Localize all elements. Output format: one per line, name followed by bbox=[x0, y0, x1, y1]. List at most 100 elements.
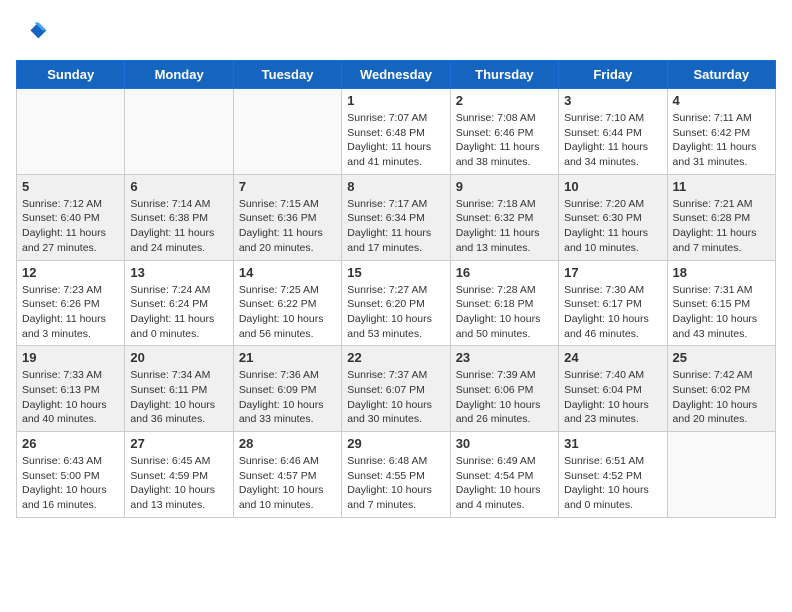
day-number: 4 bbox=[673, 93, 770, 108]
calendar-cell bbox=[667, 432, 775, 518]
day-info: Sunrise: 7:11 AM Sunset: 6:42 PM Dayligh… bbox=[673, 111, 770, 170]
day-info: Sunrise: 7:39 AM Sunset: 6:06 PM Dayligh… bbox=[456, 368, 553, 427]
day-number: 11 bbox=[673, 179, 770, 194]
calendar-cell: 9 Sunrise: 7:18 AM Sunset: 6:32 PM Daylig… bbox=[450, 174, 558, 260]
day-info: Sunrise: 6:45 AM Sunset: 4:59 PM Dayligh… bbox=[130, 454, 227, 513]
day-info: Sunrise: 7:21 AM Sunset: 6:28 PM Dayligh… bbox=[673, 197, 770, 256]
calendar-cell bbox=[125, 89, 233, 175]
calendar-cell: 29Sunrise: 6:48 AM Sunset: 4:55 PM Dayli… bbox=[342, 432, 450, 518]
day-info: Sunrise: 6:51 AM Sunset: 4:52 PM Dayligh… bbox=[564, 454, 661, 513]
calendar-cell: 1 Sunrise: 7:07 AM Sunset: 6:48 PM Daylig… bbox=[342, 89, 450, 175]
day-number: 8 bbox=[347, 179, 444, 194]
calendar-cell: 26Sunrise: 6:43 AM Sunset: 5:00 PM Dayli… bbox=[17, 432, 125, 518]
day-number: 22 bbox=[347, 350, 444, 365]
day-info: Sunrise: 7:07 AM Sunset: 6:48 PM Dayligh… bbox=[347, 111, 444, 170]
day-info: Sunrise: 7:28 AM Sunset: 6:18 PM Dayligh… bbox=[456, 283, 553, 342]
day-header-wednesday: Wednesday bbox=[342, 61, 450, 89]
logo-icon bbox=[16, 16, 48, 48]
week-row-4: 19 Sunrise: 7:33 AM Sunset: 6:13 PM Dayli… bbox=[17, 346, 776, 432]
day-number: 19 bbox=[22, 350, 119, 365]
day-info: Sunrise: 7:31 AM Sunset: 6:15 PM Dayligh… bbox=[673, 283, 770, 342]
day-number: 14 bbox=[239, 265, 336, 280]
day-header-thursday: Thursday bbox=[450, 61, 558, 89]
calendar-cell: 30 Sunrise: 6:49 AM Sunset: 4:54 PM Dayli… bbox=[450, 432, 558, 518]
day-number: 27 bbox=[130, 436, 227, 451]
day-number: 28 bbox=[239, 436, 336, 451]
calendar-cell: 2 Sunrise: 7:08 AM Sunset: 6:46 PM Daylig… bbox=[450, 89, 558, 175]
day-number: 2 bbox=[456, 93, 553, 108]
calendar-cell: 11 Sunrise: 7:21 AM Sunset: 6:28 PM Dayli… bbox=[667, 174, 775, 260]
logo bbox=[16, 16, 52, 48]
calendar-cell: 8 Sunrise: 7:17 AM Sunset: 6:34 PM Daylig… bbox=[342, 174, 450, 260]
day-number: 18 bbox=[673, 265, 770, 280]
day-info: Sunrise: 7:42 AM Sunset: 6:02 PM Dayligh… bbox=[673, 368, 770, 427]
day-info: Sunrise: 7:15 AM Sunset: 6:36 PM Dayligh… bbox=[239, 197, 336, 256]
day-number: 10 bbox=[564, 179, 661, 194]
week-row-3: 12 Sunrise: 7:23 AM Sunset: 6:26 PM Dayli… bbox=[17, 260, 776, 346]
day-info: Sunrise: 7:08 AM Sunset: 6:46 PM Dayligh… bbox=[456, 111, 553, 170]
day-info: Sunrise: 7:10 AM Sunset: 6:44 PM Dayligh… bbox=[564, 111, 661, 170]
calendar-cell: 21Sunrise: 7:36 AM Sunset: 6:09 PM Dayli… bbox=[233, 346, 341, 432]
day-info: Sunrise: 6:46 AM Sunset: 4:57 PM Dayligh… bbox=[239, 454, 336, 513]
day-info: Sunrise: 7:34 AM Sunset: 6:11 PM Dayligh… bbox=[130, 368, 227, 427]
day-number: 17 bbox=[564, 265, 661, 280]
calendar-cell: 3Sunrise: 7:10 AM Sunset: 6:44 PM Daylig… bbox=[559, 89, 667, 175]
day-number: 7 bbox=[239, 179, 336, 194]
calendar-cell: 22Sunrise: 7:37 AM Sunset: 6:07 PM Dayli… bbox=[342, 346, 450, 432]
page-header bbox=[16, 16, 776, 48]
day-number: 13 bbox=[130, 265, 227, 280]
day-info: Sunrise: 7:18 AM Sunset: 6:32 PM Dayligh… bbox=[456, 197, 553, 256]
day-number: 9 bbox=[456, 179, 553, 194]
calendar-cell: 18 Sunrise: 7:31 AM Sunset: 6:15 PM Dayli… bbox=[667, 260, 775, 346]
day-header-saturday: Saturday bbox=[667, 61, 775, 89]
day-number: 1 bbox=[347, 93, 444, 108]
day-number: 23 bbox=[456, 350, 553, 365]
day-info: Sunrise: 7:24 AM Sunset: 6:24 PM Dayligh… bbox=[130, 283, 227, 342]
calendar-cell: 12 Sunrise: 7:23 AM Sunset: 6:26 PM Dayli… bbox=[17, 260, 125, 346]
calendar-cell: 19 Sunrise: 7:33 AM Sunset: 6:13 PM Dayli… bbox=[17, 346, 125, 432]
day-info: Sunrise: 6:43 AM Sunset: 5:00 PM Dayligh… bbox=[22, 454, 119, 513]
calendar-cell: 23 Sunrise: 7:39 AM Sunset: 6:06 PM Dayli… bbox=[450, 346, 558, 432]
calendar-cell: 13 Sunrise: 7:24 AM Sunset: 6:24 PM Dayli… bbox=[125, 260, 233, 346]
day-number: 24 bbox=[564, 350, 661, 365]
day-number: 31 bbox=[564, 436, 661, 451]
day-info: Sunrise: 7:17 AM Sunset: 6:34 PM Dayligh… bbox=[347, 197, 444, 256]
calendar-cell: 7 Sunrise: 7:15 AM Sunset: 6:36 PM Daylig… bbox=[233, 174, 341, 260]
calendar-table: SundayMondayTuesdayWednesdayThursdayFrid… bbox=[16, 60, 776, 518]
day-number: 5 bbox=[22, 179, 119, 194]
week-row-1: 1 Sunrise: 7:07 AM Sunset: 6:48 PM Daylig… bbox=[17, 89, 776, 175]
calendar-cell: 6Sunrise: 7:14 AM Sunset: 6:38 PM Daylig… bbox=[125, 174, 233, 260]
calendar-cell: 4 Sunrise: 7:11 AM Sunset: 6:42 PM Daylig… bbox=[667, 89, 775, 175]
day-number: 21 bbox=[239, 350, 336, 365]
day-number: 29 bbox=[347, 436, 444, 451]
day-header-monday: Monday bbox=[125, 61, 233, 89]
day-number: 15 bbox=[347, 265, 444, 280]
calendar-cell: 17 Sunrise: 7:30 AM Sunset: 6:17 PM Dayli… bbox=[559, 260, 667, 346]
day-header-tuesday: Tuesday bbox=[233, 61, 341, 89]
day-header-sunday: Sunday bbox=[17, 61, 125, 89]
calendar-cell: 24 Sunrise: 7:40 AM Sunset: 6:04 PM Dayli… bbox=[559, 346, 667, 432]
calendar-cell: 20 Sunrise: 7:34 AM Sunset: 6:11 PM Dayli… bbox=[125, 346, 233, 432]
day-info: Sunrise: 7:25 AM Sunset: 6:22 PM Dayligh… bbox=[239, 283, 336, 342]
calendar-cell: 25 Sunrise: 7:42 AM Sunset: 6:02 PM Dayli… bbox=[667, 346, 775, 432]
day-header-friday: Friday bbox=[559, 61, 667, 89]
calendar-header-row: SundayMondayTuesdayWednesdayThursdayFrid… bbox=[17, 61, 776, 89]
day-number: 25 bbox=[673, 350, 770, 365]
calendar-cell bbox=[233, 89, 341, 175]
calendar-cell: 5 Sunrise: 7:12 AM Sunset: 6:40 PM Daylig… bbox=[17, 174, 125, 260]
day-info: Sunrise: 7:12 AM Sunset: 6:40 PM Dayligh… bbox=[22, 197, 119, 256]
day-info: Sunrise: 7:14 AM Sunset: 6:38 PM Dayligh… bbox=[130, 197, 227, 256]
calendar-cell: 15Sunrise: 7:27 AM Sunset: 6:20 PM Dayli… bbox=[342, 260, 450, 346]
day-number: 30 bbox=[456, 436, 553, 451]
day-number: 20 bbox=[130, 350, 227, 365]
day-info: Sunrise: 7:33 AM Sunset: 6:13 PM Dayligh… bbox=[22, 368, 119, 427]
calendar-cell: 27 Sunrise: 6:45 AM Sunset: 4:59 PM Dayli… bbox=[125, 432, 233, 518]
day-info: Sunrise: 7:23 AM Sunset: 6:26 PM Dayligh… bbox=[22, 283, 119, 342]
calendar-cell: 14 Sunrise: 7:25 AM Sunset: 6:22 PM Dayli… bbox=[233, 260, 341, 346]
day-info: Sunrise: 7:30 AM Sunset: 6:17 PM Dayligh… bbox=[564, 283, 661, 342]
week-row-5: 26Sunrise: 6:43 AM Sunset: 5:00 PM Dayli… bbox=[17, 432, 776, 518]
day-info: Sunrise: 7:40 AM Sunset: 6:04 PM Dayligh… bbox=[564, 368, 661, 427]
calendar-cell: 10Sunrise: 7:20 AM Sunset: 6:30 PM Dayli… bbox=[559, 174, 667, 260]
day-info: Sunrise: 6:49 AM Sunset: 4:54 PM Dayligh… bbox=[456, 454, 553, 513]
day-number: 12 bbox=[22, 265, 119, 280]
